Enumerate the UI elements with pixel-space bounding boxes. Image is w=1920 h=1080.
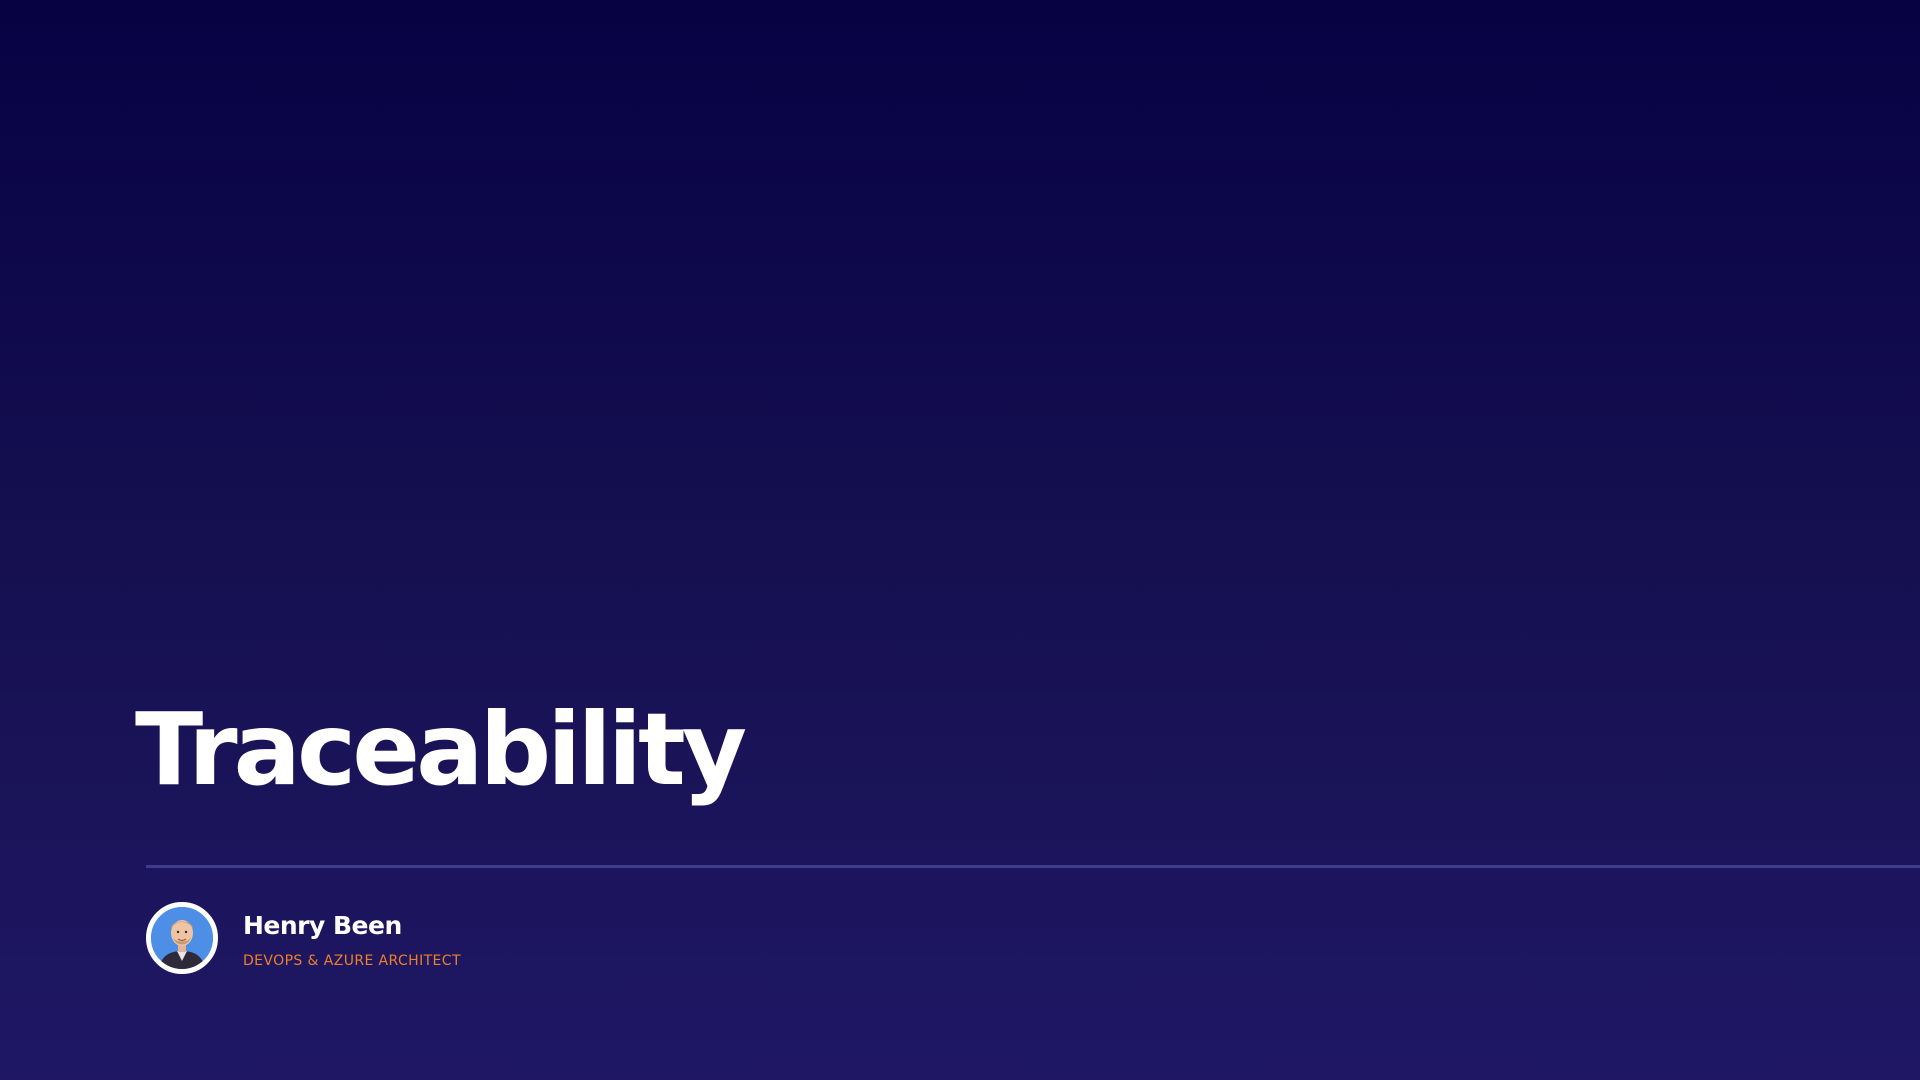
person-photo-icon xyxy=(151,907,213,969)
speaker-avatar xyxy=(146,902,218,974)
divider-line xyxy=(146,865,1920,868)
speaker-name: Henry Been xyxy=(243,911,402,940)
speaker-role: DEVOPS & AZURE ARCHITECT xyxy=(243,953,461,969)
title-slide: Traceability Henry Been DEVOPS & AZURE A… xyxy=(0,0,1920,1080)
slide-title: Traceability xyxy=(135,691,747,808)
